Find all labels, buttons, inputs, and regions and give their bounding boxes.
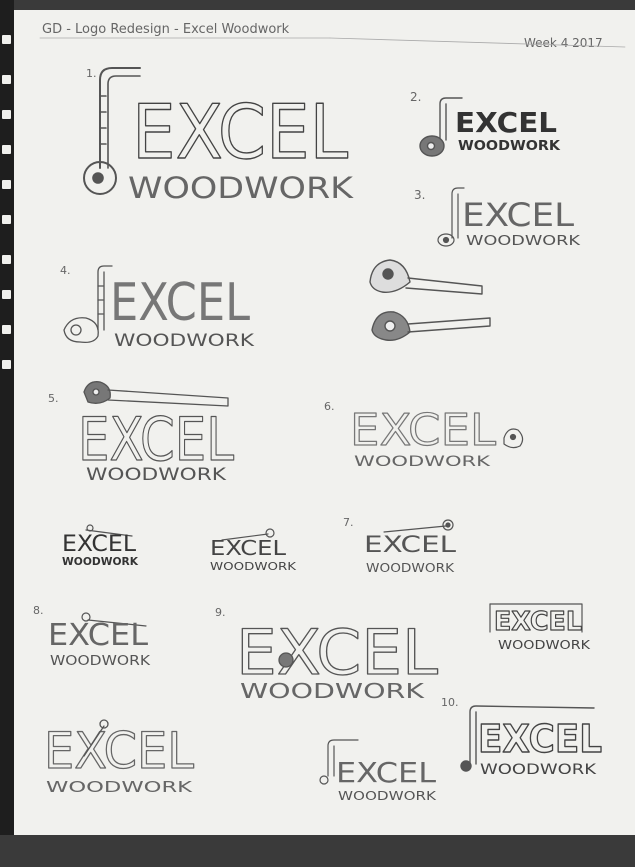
sketch-7-subword: WOODWORK bbox=[366, 561, 455, 575]
tape-measure-study-2 bbox=[371, 311, 491, 342]
logo-sketches: EXCEL WOODWORK EXCEL WOODWORK EXCEL WOOD… bbox=[39, 37, 626, 803]
sketch-1-word: EXCEL bbox=[132, 88, 348, 176]
sketch-8-subword: WOODWORK bbox=[50, 654, 151, 669]
sketch-10: EXCEL WOODWORK bbox=[460, 705, 603, 778]
sketch-10-word: EXCEL bbox=[478, 717, 602, 761]
sketch-bottom-middle-subword: WOODWORK bbox=[338, 789, 437, 803]
sketch-9-subword: WOODWORK bbox=[240, 679, 425, 703]
sketch-6: EXCEL WOODWORK bbox=[349, 404, 524, 470]
tape-measure-study-1 bbox=[369, 259, 483, 295]
sketch-small-b: EXCEL WOODWORK bbox=[210, 528, 297, 573]
sketch-7-word: EXCEL bbox=[364, 533, 457, 558]
sketch-small-a-subword: WOODWORK bbox=[62, 555, 138, 568]
sketch-boxed-a: EXCEL WOODWORK bbox=[489, 603, 591, 652]
sketch-3: EXCEL WOODWORK bbox=[437, 187, 581, 249]
sketch-1-subword: WOODWORK bbox=[128, 171, 354, 205]
sketch-10-subword: WOODWORK bbox=[480, 762, 597, 778]
sketch-bottom-left-subword: WOODWORK bbox=[46, 778, 194, 796]
notebook-page: GD - Logo Redesign - Excel Woodwork Week… bbox=[0, 0, 635, 867]
sketch-bottom-middle: EXCEL WOODWORK bbox=[319, 739, 437, 803]
sketch-bottom-left: EXCEL WOODWORK bbox=[43, 719, 195, 796]
sketch-1: EXCEL WOODWORK bbox=[83, 67, 354, 205]
sketch-5: EXCEL WOODWORK bbox=[77, 381, 235, 485]
sketch-3-word: EXCEL bbox=[462, 196, 574, 234]
sketch-8: EXCEL WOODWORK bbox=[48, 612, 151, 669]
sketch-2-word: EXCEL bbox=[455, 106, 557, 139]
sketch-2: EXCEL WOODWORK bbox=[419, 97, 561, 157]
sketch-6-word: EXCEL bbox=[350, 405, 497, 456]
sketch-small-b-word: EXCEL bbox=[210, 536, 287, 560]
sketch-9: EXCEL WOODWORK bbox=[235, 615, 439, 703]
sketch-7: EXCEL WOODWORK bbox=[364, 519, 457, 575]
sketch-boxed-a-word: EXCEL bbox=[494, 607, 582, 637]
sketch-bottom-middle-word: EXCEL bbox=[336, 756, 436, 789]
sketch-6-subword: WOODWORK bbox=[354, 454, 491, 470]
sketch-4-word: EXCEL bbox=[110, 273, 250, 333]
sketch-small-b-subword: WOODWORK bbox=[210, 560, 297, 573]
sketch-small-a: EXCEL WOODWORK bbox=[62, 524, 138, 568]
sketch-4: EXCEL WOODWORK bbox=[63, 265, 255, 351]
sketch-4-subword: WOODWORK bbox=[114, 331, 255, 351]
sketch-5-subword: WOODWORK bbox=[86, 465, 227, 485]
sketch-3-subword: WOODWORK bbox=[466, 234, 581, 249]
sketch-bottom-left-word: EXCEL bbox=[44, 722, 194, 780]
sketch-boxed-a-subword: WOODWORK bbox=[498, 638, 591, 652]
sketch-2-subword: WOODWORK bbox=[458, 139, 561, 154]
sketch-8-word: EXCEL bbox=[48, 618, 148, 653]
sketch-small-a-word: EXCEL bbox=[62, 532, 137, 557]
